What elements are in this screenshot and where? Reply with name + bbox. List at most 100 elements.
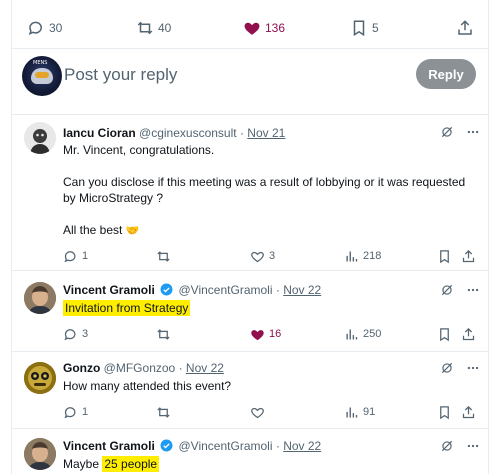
avatar [24,122,56,154]
tweet-text: Maybe 25 people [63,456,160,472]
tweet-date[interactable]: Nov 22 [283,439,321,453]
reply-action[interactable]: 1 [63,402,88,422]
verified-badge-icon[interactable] [160,283,173,296]
divider [12,270,488,271]
like-count: 16 [269,328,282,340]
repost-icon [157,406,170,418]
tweet-header: Gonzo @MFGonzoo · Nov 22 [63,361,224,375]
grok-icon[interactable] [440,283,454,297]
repost-icon [157,250,170,262]
share-icon [462,405,475,418]
avatar-image [24,122,56,154]
repost-icon [157,328,170,340]
author-name[interactable]: Iancu Cioran [63,126,136,140]
tweet-corner-icons [440,283,480,297]
reply-count: 30 [49,21,63,35]
views-icon [346,407,358,417]
tweet-date[interactable]: Nov 22 [283,283,321,297]
share-icon [462,249,475,262]
avatar-image [24,438,56,470]
repost-count: 40 [158,21,172,35]
separator: · [275,283,280,297]
like-action[interactable]: 136 [243,18,285,38]
bookmark-action[interactable]: 5 [350,18,379,38]
repost-action[interactable] [156,402,171,422]
share-action[interactable] [456,18,474,38]
author-name[interactable]: Gonzo [63,361,100,375]
like-count: 136 [265,21,286,35]
share-action[interactable] [461,324,476,344]
tweet-date[interactable]: Nov 21 [247,126,285,140]
more-icon[interactable] [466,283,480,297]
bookmark-action[interactable] [437,402,452,422]
grok-icon[interactable] [440,439,454,453]
like-count: 3 [269,250,276,262]
more-icon[interactable] [466,361,480,375]
bookmark-action[interactable] [437,246,452,266]
views-count: 218 [363,250,382,262]
tweet-corner-icons [440,361,480,375]
like-action[interactable] [250,402,265,422]
left-border [11,0,12,474]
views-action[interactable]: 250 [344,324,381,344]
bookmark-action[interactable] [437,324,452,344]
heart-filled-icon [251,329,264,340]
author-name[interactable]: Vincent Gramoli [63,283,155,297]
views-icon [346,329,358,339]
more-icon[interactable] [466,439,480,453]
text-prefix: Maybe [63,457,103,471]
highlighted-text: Invitation from Strategy [63,300,191,316]
bookmark-icon [353,20,365,37]
views-action[interactable]: 91 [344,402,375,422]
tweet-date[interactable]: Nov 22 [186,361,224,375]
bookmark-icon [440,405,449,419]
reply-count: 1 [82,250,89,262]
reply-input[interactable]: Post your reply [64,65,364,85]
divider [12,351,488,352]
tweet-text: Mr. Vincent, congratulations. Can you di… [63,142,465,239]
reply-action[interactable]: 30 [27,18,62,38]
comment-icon [64,406,76,418]
avatar-image [24,282,56,314]
views-icon [346,251,358,261]
bookmark-icon [440,249,449,263]
avatar: MENS [22,56,62,96]
views-action[interactable]: 218 [344,246,381,266]
avatar [24,362,56,394]
like-action[interactable]: 3 [250,246,275,266]
tweet-header: Vincent Gramoli @VincentGramoli · Nov 22 [63,439,321,453]
repost-action[interactable]: 40 [136,18,171,38]
reply-action[interactable]: 3 [63,324,88,344]
reply-action[interactable]: 1 [63,246,88,266]
text-line: All the best [63,223,123,237]
separator: · [178,361,183,375]
divider [12,114,488,115]
avatar-text: MENS [33,60,48,66]
text-line: by MicroStrategy ? [63,191,164,205]
author-name[interactable]: Vincent Gramoli [63,439,155,453]
divider [12,48,488,49]
share-action[interactable] [461,246,476,266]
author-handle[interactable]: @cginexusconsult [139,126,237,140]
repost-action[interactable] [156,246,171,266]
avatar [24,438,56,470]
share-action[interactable] [461,402,476,422]
comment-icon [28,21,42,36]
author-handle[interactable]: @VincentGramoli [179,439,273,453]
author-handle[interactable]: @VincentGramoli [179,283,273,297]
handshake-emoji: 🤝 [125,224,140,237]
like-action[interactable]: 16 [250,324,281,344]
share-icon [462,327,475,340]
reply-button[interactable]: Reply [416,59,476,89]
tweet-text: How many attended this event? [63,379,232,393]
verified-badge-icon[interactable] [160,439,173,452]
more-icon[interactable] [466,125,480,139]
grok-icon[interactable] [440,125,454,139]
repost-action[interactable] [156,324,171,344]
repost-icon [137,21,153,35]
tweet-header: Iancu Cioran @cginexusconsult · Nov 21 [63,126,285,140]
grok-icon[interactable] [440,361,454,375]
author-handle[interactable]: @MFGonzoo [104,361,176,375]
highlighted-text: 25 people [102,456,160,472]
avatar [24,282,56,314]
